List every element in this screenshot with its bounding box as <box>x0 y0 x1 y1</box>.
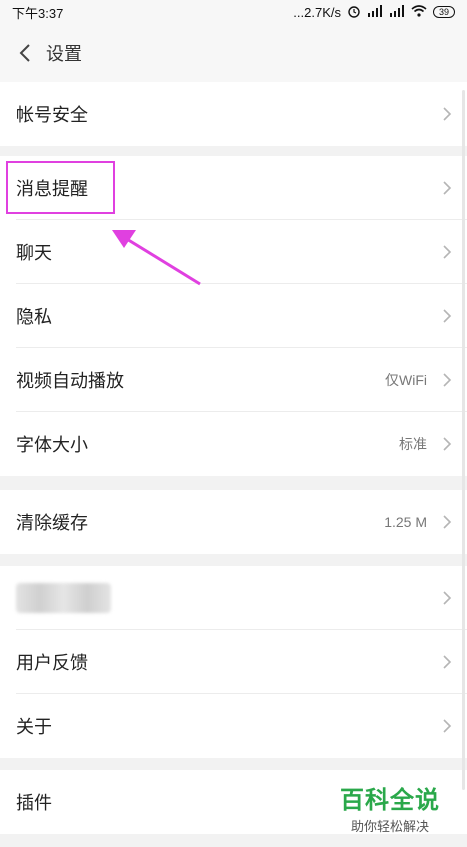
status-time: 下午3:37 <box>12 5 64 21</box>
row-chat[interactable]: 聊天 <box>0 220 467 284</box>
chevron-right-icon <box>443 107 452 121</box>
section-cache: 清除缓存 1.25 M <box>0 490 467 554</box>
chevron-right-icon <box>443 373 452 387</box>
watermark-subtitle: 助你轻松解决 <box>350 820 429 835</box>
status-icons: ...2.7K/s 39 <box>293 4 455 21</box>
network-speed: ...2.7K/s <box>293 4 341 20</box>
chevron-left-icon[interactable] <box>14 42 36 64</box>
watermark-title: 百科全说 <box>340 786 440 814</box>
chevron-right-icon <box>443 181 452 195</box>
annotation-arrow <box>112 230 201 286</box>
header: 设置 <box>0 24 467 82</box>
chevron-right-icon <box>443 515 452 529</box>
chevron-right-icon <box>443 719 452 733</box>
chevron-right-icon <box>443 437 452 451</box>
row-label: 字体大小 <box>16 435 88 456</box>
row-blurred[interactable] <box>0 566 467 630</box>
row-label: 聊天 <box>16 243 52 264</box>
highlight-box <box>6 161 115 214</box>
row-label: 关于 <box>16 717 52 738</box>
row-font-size[interactable]: 字体大小 标准 <box>0 412 467 476</box>
row-label: 视频自动播放 <box>16 371 124 392</box>
chevron-right-icon <box>443 655 452 669</box>
row-value: 1.25 M <box>384 514 427 530</box>
row-label: 隐私 <box>16 307 52 328</box>
status-bar: 下午3:37 ...2.7K/s 39 <box>0 0 467 24</box>
wifi-icon <box>411 4 427 20</box>
chevron-right-icon <box>443 245 452 259</box>
row-feedback[interactable]: 用户反馈 <box>0 630 467 694</box>
watermark-logo: 百科全说 助你轻松解决 <box>340 786 440 835</box>
chevron-right-icon <box>443 309 452 323</box>
row-label: 插件 <box>16 793 52 814</box>
row-label: 帐号安全 <box>16 105 88 126</box>
section-support: 用户反馈 关于 <box>0 566 467 758</box>
blurred-label <box>16 583 111 613</box>
alarm-icon <box>347 4 361 21</box>
row-label: 用户反馈 <box>16 653 88 674</box>
row-label: 清除缓存 <box>16 513 88 534</box>
row-privacy[interactable]: 隐私 <box>0 284 467 348</box>
row-account-security[interactable]: 帐号安全 <box>0 82 467 146</box>
battery-icon: 39 <box>433 6 455 18</box>
chevron-right-icon <box>443 591 452 605</box>
scrollbar[interactable] <box>462 90 465 790</box>
row-value: 仅WiFi <box>385 372 427 388</box>
row-clear-cache[interactable]: 清除缓存 1.25 M <box>0 490 467 554</box>
section-account: 帐号安全 <box>0 82 467 146</box>
row-about[interactable]: 关于 <box>0 694 467 758</box>
row-video-autoplay[interactable]: 视频自动播放 仅WiFi <box>0 348 467 412</box>
row-value: 标准 <box>399 436 427 452</box>
page-title: 设置 <box>46 44 82 65</box>
signal-icon <box>389 4 405 20</box>
signal-hd-icon <box>367 4 383 20</box>
